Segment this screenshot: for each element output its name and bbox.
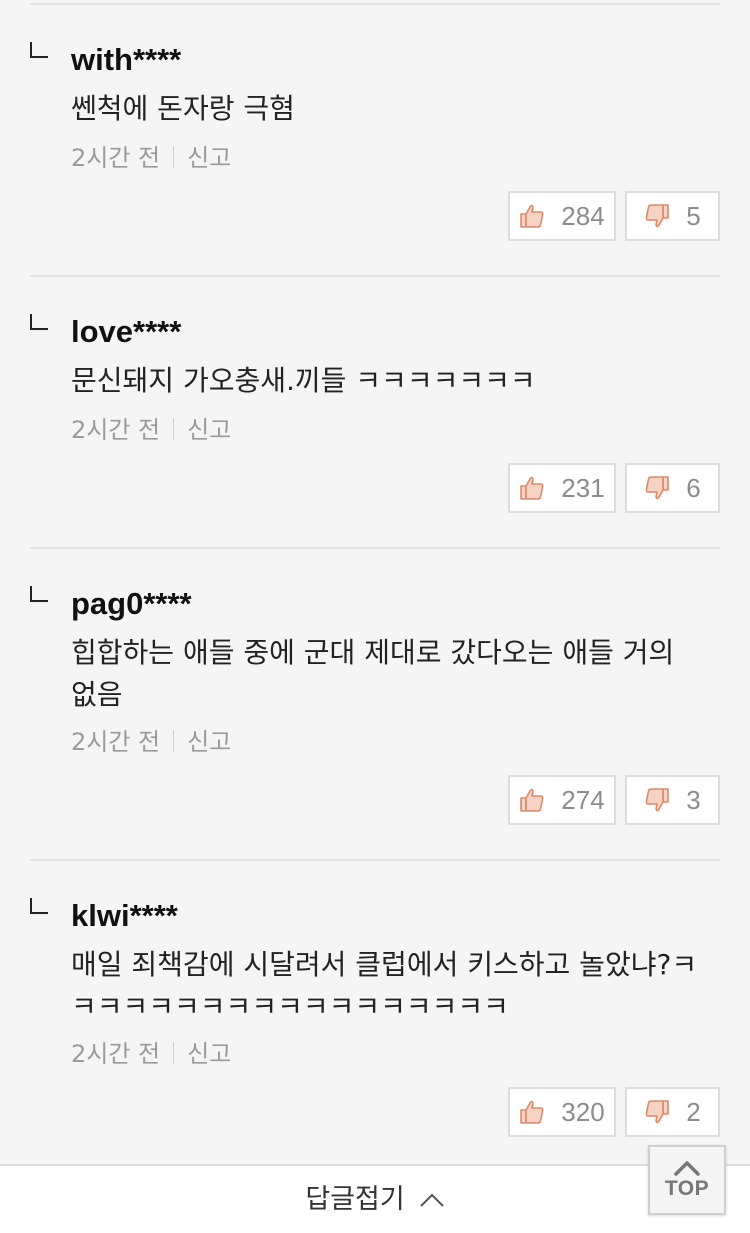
thumbs-down-icon <box>645 204 670 228</box>
comment-time: 2시간 전 <box>71 728 161 756</box>
chevron-up-icon <box>419 1193 444 1207</box>
comment-meta: 2시간 전 신고 <box>71 415 231 445</box>
thumbs-down-icon <box>645 476 670 500</box>
dislike-count: 6 <box>686 473 701 503</box>
comment-meta: 2시간 전 신고 <box>71 143 231 173</box>
comment-author: pag0**** <box>71 586 192 621</box>
like-count: 320 <box>561 1097 605 1127</box>
comment-time: 2시간 전 <box>71 144 161 172</box>
like-count: 284 <box>561 201 605 231</box>
meta-separator <box>173 146 175 168</box>
like-button[interactable]: 320 <box>508 1087 616 1137</box>
collapse-replies-label: 답글접기 <box>305 1183 405 1215</box>
meta-separator <box>173 730 175 752</box>
comment-text: 힙합하는 애들 중에 군대 제대로 갔다오는 애들 거의 없음 <box>71 636 675 711</box>
thumbs-up-icon <box>520 1100 544 1124</box>
reply-list-page: with**** 쎈척에 돈자랑 극혐 2시간 전 신고 284 5 love**… <box>0 0 750 1233</box>
thumbs-down-icon <box>645 788 670 812</box>
dislike-count: 2 <box>686 1097 701 1127</box>
report-link[interactable]: 신고 <box>187 1040 231 1068</box>
comment-time: 2시간 전 <box>71 1040 161 1068</box>
reply-indent-icon <box>30 898 48 914</box>
comment-text: 쎈척에 돈자랑 극혐 <box>71 92 295 125</box>
thumbs-up-icon <box>520 204 544 228</box>
reply-indent-icon <box>30 314 48 330</box>
reply-indent-icon <box>30 586 48 602</box>
divider <box>30 275 720 277</box>
comment-author: klwi**** <box>71 898 178 933</box>
comment-text: 문신돼지 가오충새.끼들 ㅋㅋㅋㅋㅋㅋㅋ <box>71 364 536 397</box>
divider <box>30 859 720 861</box>
dislike-button[interactable]: 2 <box>625 1087 720 1137</box>
divider <box>30 547 720 549</box>
dislike-button[interactable]: 6 <box>625 463 720 513</box>
comment-meta: 2시간 전 신고 <box>71 727 231 757</box>
comment-author: love**** <box>71 314 182 349</box>
report-link[interactable]: 신고 <box>187 144 231 172</box>
meta-separator <box>173 1042 175 1064</box>
thumbs-down-icon <box>645 1100 670 1124</box>
comment-meta: 2시간 전 신고 <box>71 1039 231 1069</box>
divider <box>30 3 720 5</box>
collapse-replies-button[interactable]: 답글접기 <box>0 1164 750 1233</box>
report-link[interactable]: 신고 <box>187 416 231 444</box>
thumbs-up-icon <box>520 788 544 812</box>
scroll-top-button[interactable]: TOP <box>648 1145 726 1215</box>
comment-time: 2시간 전 <box>71 416 161 444</box>
like-count: 274 <box>561 785 605 815</box>
scroll-top-label: TOP <box>664 1177 710 1200</box>
thumbs-up-icon <box>520 476 544 500</box>
reply-indent-icon <box>30 42 48 58</box>
dislike-count: 5 <box>686 201 701 231</box>
dislike-button[interactable]: 3 <box>625 775 720 825</box>
arrow-up-icon <box>674 1161 700 1176</box>
comment-text: 매일 죄책감에 시달려서 클럽에서 키스하고 놀았냐?ㅋㅋㅋㅋㅋㅋㅋㅋㅋㅋㅋㅋㅋ… <box>71 948 698 1023</box>
like-button[interactable]: 231 <box>508 463 616 513</box>
dislike-count: 3 <box>686 785 701 815</box>
like-button[interactable]: 274 <box>508 775 616 825</box>
meta-separator <box>173 418 175 440</box>
dislike-button[interactable]: 5 <box>625 191 720 241</box>
like-button[interactable]: 284 <box>508 191 616 241</box>
like-count: 231 <box>561 473 605 503</box>
report-link[interactable]: 신고 <box>187 728 231 756</box>
comment-author: with**** <box>71 42 182 77</box>
